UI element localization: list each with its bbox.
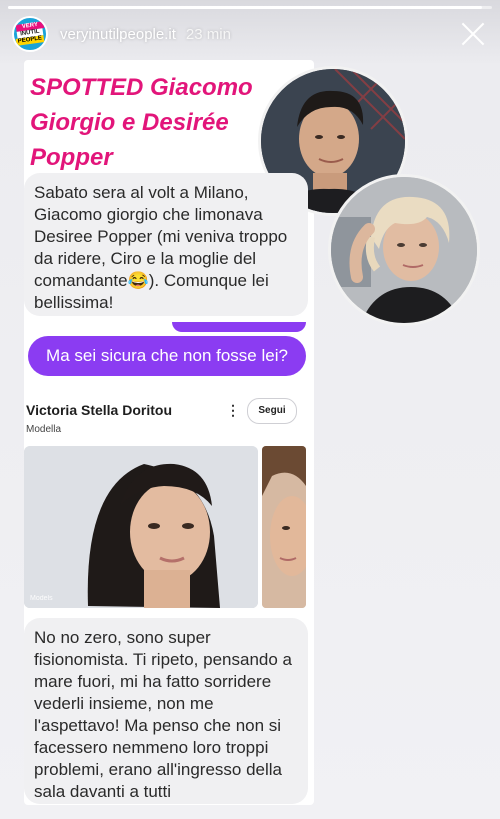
follow-button[interactable]: Segui [247, 398, 297, 424]
previous-sent-bubble-edge [172, 322, 306, 332]
received-message-1: Sabato sera al volt a Milano, Giacomo gi… [24, 173, 308, 316]
post-time: 23 min [185, 25, 231, 43]
profile-role: Modella [26, 424, 62, 435]
received-message-2: No no zero, sono super fisionomista. Ti … [24, 618, 308, 804]
more-options-icon[interactable]: ⋮ [226, 403, 240, 417]
profile-photo-main[interactable]: Models [24, 446, 258, 608]
headline: SPOTTED Giacomo Giorgio e Desirée Popper [30, 74, 253, 171]
close-icon[interactable] [458, 19, 488, 49]
sent-message-reply: Ma sei sicura che non fosse lei? [28, 336, 306, 376]
account-username[interactable]: veryinutilpeople.it [60, 26, 176, 43]
story-progress-bar [8, 6, 492, 9]
story-header: VERY INUTIL PEOPLE veryinutilpeople.it 2… [12, 14, 488, 54]
profile-name[interactable]: Victoria Stella Doritou [26, 402, 172, 418]
portrait-desiree-popper [328, 174, 480, 326]
account-avatar[interactable]: VERY INUTIL PEOPLE [12, 16, 48, 52]
photo-watermark: Models [30, 595, 53, 602]
story-progress-fill [8, 6, 483, 9]
profile-photo-secondary[interactable] [262, 446, 306, 608]
